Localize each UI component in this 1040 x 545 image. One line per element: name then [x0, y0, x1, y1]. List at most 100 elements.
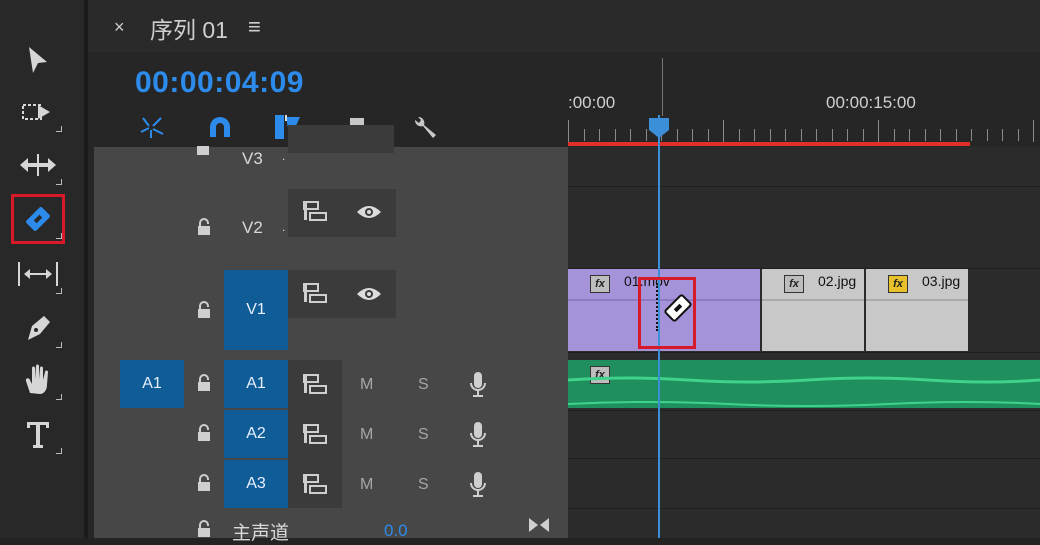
v3-toggles	[288, 125, 394, 153]
a2-sync-lock-icon[interactable]	[302, 423, 328, 445]
v1-track-label: V1	[246, 301, 266, 318]
ruler-label-15s: 00:00:15:00	[826, 93, 916, 112]
ruler-label-start: :00:00	[568, 93, 616, 112]
pen-tool-button[interactable]	[14, 306, 62, 350]
type-tool-button[interactable]	[14, 412, 62, 456]
work-area-bar[interactable]	[568, 142, 970, 146]
slip-icon	[18, 262, 58, 286]
ruler-tick	[893, 129, 895, 141]
a1-source-patch[interactable]: A1	[120, 360, 184, 408]
sequence-tab-title[interactable]: 序列 01	[150, 11, 228, 45]
razor-highlight-box	[638, 277, 696, 349]
type-icon	[27, 422, 49, 448]
razor-tool-button[interactable]	[11, 194, 65, 244]
image-clip-02[interactable]: fx 02.jpg	[762, 269, 864, 351]
ruler-tick	[862, 129, 864, 141]
a2-lock-icon[interactable]	[195, 424, 213, 442]
a3-track-label: A3	[246, 475, 266, 492]
a1-mute-button[interactable]: M	[360, 376, 373, 394]
wrench-icon	[414, 116, 436, 138]
a1-mic-icon[interactable]	[468, 370, 488, 398]
a1-track-label: A1	[246, 375, 266, 392]
a3-sync-lock-icon[interactable]	[302, 473, 328, 495]
a2-mic-icon[interactable]	[468, 420, 488, 448]
ruler-tick	[676, 129, 678, 141]
v1-lock-icon[interactable]	[195, 301, 213, 319]
lane-divider	[568, 186, 1040, 187]
a3-solo-button[interactable]: S	[418, 476, 429, 494]
master-volume-value[interactable]: 0.0	[384, 521, 408, 541]
v2-eye-icon[interactable]	[355, 203, 383, 221]
clip3-fx-badge[interactable]: fx	[888, 275, 908, 293]
master-end-icon[interactable]	[527, 516, 551, 534]
nest-toggle-button[interactable]	[135, 112, 169, 142]
ruler-tick	[955, 129, 957, 141]
v2-lock-icon[interactable]	[195, 218, 213, 236]
time-ruler[interactable]	[568, 85, 1040, 147]
ruler-tick	[1002, 129, 1003, 141]
hand-tool-button[interactable]	[14, 358, 62, 402]
a1-source-label: A1	[142, 375, 162, 392]
lane-divider	[568, 508, 1040, 509]
ruler-tick	[738, 129, 740, 141]
master-lock-icon[interactable]	[195, 520, 213, 538]
ruler-tick	[707, 129, 709, 141]
ruler-tick	[940, 129, 941, 141]
v1-target-button[interactable]: V1	[224, 270, 288, 350]
a1-solo-button[interactable]: S	[418, 376, 429, 394]
close-tab-icon[interactable]: ×	[114, 17, 125, 38]
hand-icon	[25, 364, 48, 394]
ruler-tick	[599, 129, 600, 141]
a2-target-button[interactable]: A2	[224, 410, 288, 458]
lane-divider	[568, 352, 1040, 353]
ruler-tick	[769, 129, 771, 141]
ruler-tick	[816, 129, 817, 141]
playhead-handle[interactable]	[647, 116, 671, 140]
clip3-name: 03.jpg	[922, 273, 961, 289]
master-track-label: 主声道	[232, 523, 290, 544]
clip-divider	[762, 299, 864, 301]
panel-menu-icon[interactable]: ≡	[248, 14, 261, 40]
lane-divider	[568, 458, 1040, 459]
clip-divider	[866, 299, 968, 301]
selection-tool-button[interactable]	[14, 38, 62, 82]
playhead-timecode[interactable]: 00:00:04:09	[135, 66, 304, 100]
sequence-nest-icon	[140, 117, 164, 138]
a2-solo-button[interactable]: S	[418, 426, 429, 444]
v1-eye-icon[interactable]	[355, 285, 383, 303]
clip2-fx-badge[interactable]: fx	[784, 275, 804, 293]
a2-track-label: A2	[246, 425, 266, 442]
a1-lock-icon[interactable]	[195, 374, 213, 392]
ripple-edit-tool-button[interactable]	[14, 143, 62, 187]
a1-target-button[interactable]: A1	[224, 360, 288, 408]
ruler-tick	[723, 120, 724, 142]
image-clip-03[interactable]: fx 03.jpg	[866, 269, 968, 351]
v3-lock-icon[interactable]	[195, 146, 211, 156]
a1-sync-lock-icon[interactable]	[302, 373, 328, 395]
timeline-settings-button[interactable]	[408, 112, 442, 142]
a2-mute-button[interactable]: M	[360, 426, 373, 444]
ruler-tick	[754, 129, 755, 141]
a3-mute-button[interactable]: M	[360, 476, 373, 494]
ruler-guide	[662, 58, 663, 116]
lane-divider	[568, 410, 1040, 411]
ruler-tick	[568, 120, 569, 142]
ruler-tick	[692, 129, 693, 141]
slip-tool-button[interactable]	[14, 252, 62, 296]
ripple-edit-icon	[20, 154, 56, 176]
snap-toggle-button[interactable]	[203, 112, 237, 142]
ruler-tick	[583, 129, 585, 141]
v2-sync-lock-icon[interactable]	[302, 200, 328, 222]
clip1-fx-badge[interactable]: fx	[590, 275, 610, 293]
a3-target-button[interactable]: A3	[224, 460, 288, 508]
panel-tab-bar	[88, 0, 1040, 52]
v3-track-label[interactable]: V3	[242, 149, 263, 169]
ruler-tick	[630, 129, 631, 141]
track-select-tool-button[interactable]	[14, 90, 62, 134]
v1-sync-lock-icon[interactable]	[302, 282, 328, 304]
v2-track-label[interactable]: V2	[242, 218, 263, 238]
a3-mic-icon[interactable]	[468, 470, 488, 498]
a3-lock-icon[interactable]	[195, 474, 213, 492]
pen-icon	[28, 316, 50, 340]
audio-clip-a1[interactable]: fx	[568, 360, 1040, 408]
